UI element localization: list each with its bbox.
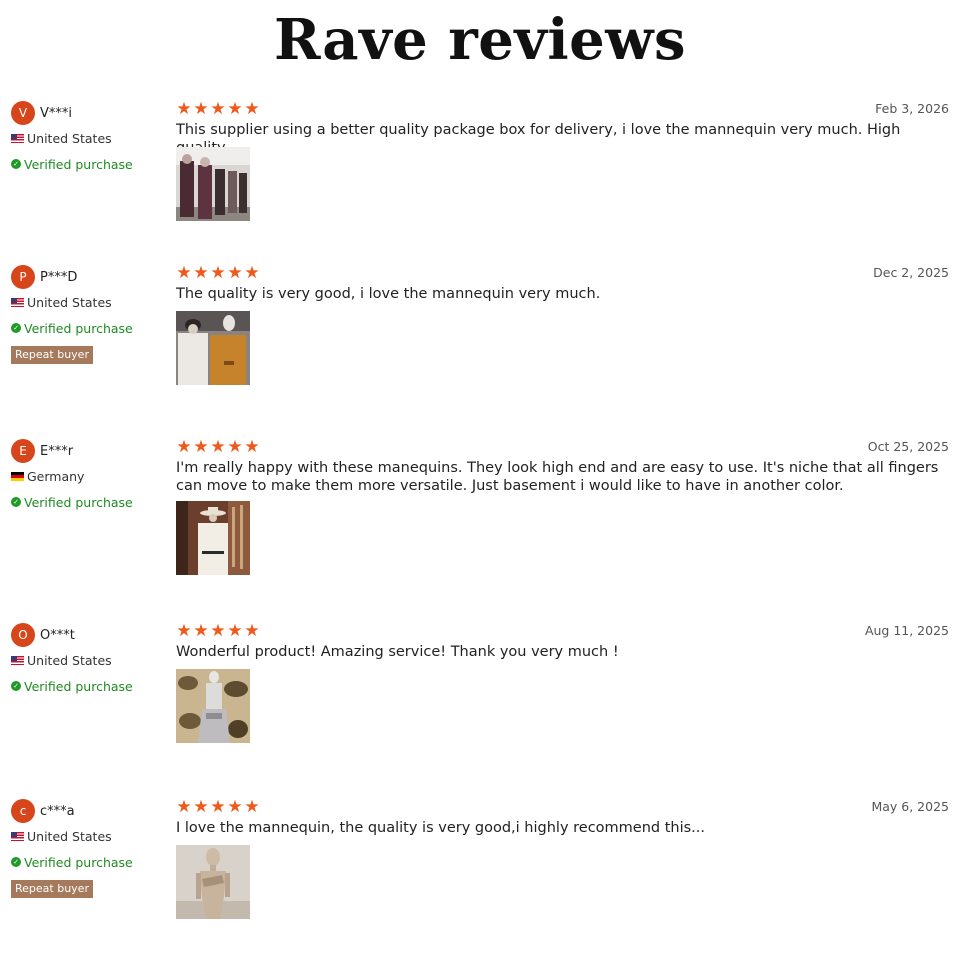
star-icon: ★ [210, 621, 226, 641]
reviewer-country: United States [27, 652, 112, 668]
verified-purchase-label: Verified purchase [24, 320, 133, 336]
page-title: Rave reviews [273, 7, 687, 73]
star-icon: ★ [227, 621, 243, 641]
reviewer-country: United States [27, 294, 112, 310]
reviewer-name: E***r [40, 443, 74, 459]
star-icon: ★ [193, 99, 209, 119]
reviewer-country: United States [27, 130, 112, 146]
reviewer-name: c***a [40, 803, 75, 819]
review-date: Dec 2, 2025 [873, 265, 949, 280]
repeat-buyer-badge: Repeat buyer [11, 880, 93, 898]
verified-check-icon: ✓ [11, 323, 21, 333]
avatar: P [11, 265, 35, 289]
avatar: O [11, 623, 35, 647]
reviewer-info: c c***a United States ✓ Verified purchas… [11, 799, 171, 898]
star-icon: ★ [244, 99, 260, 119]
star-icon: ★ [176, 99, 192, 119]
star-icon: ★ [193, 263, 209, 283]
star-icon: ★ [227, 99, 243, 119]
reviewer-country: United States [27, 828, 112, 844]
star-icon: ★ [193, 797, 209, 817]
avatar: E [11, 439, 35, 463]
review-text: I love the mannequin, the quality is ver… [176, 820, 706, 836]
reviewer-name: V***i [40, 105, 73, 121]
star-icon: ★ [210, 263, 226, 283]
us-flag-icon [11, 133, 24, 143]
star-icon: ★ [176, 437, 192, 457]
reviewer-info: P P***D United States ✓ Verified purchas… [11, 265, 171, 364]
star-icon: ★ [176, 797, 192, 817]
review-photo[interactable] [176, 311, 250, 385]
star-icon: ★ [244, 437, 260, 457]
avatar: V [11, 101, 35, 125]
star-icon: ★ [244, 263, 260, 283]
review-text: Wonderful product! Amazing service! Than… [176, 644, 619, 660]
star-icon: ★ [193, 437, 209, 457]
star-icon: ★ [210, 99, 226, 119]
review-date: Feb 3, 2026 [875, 101, 949, 116]
verified-check-icon: ✓ [11, 159, 21, 169]
us-flag-icon [11, 831, 24, 841]
reviewer-info: O O***t United States ✓ Verified purchas… [11, 623, 171, 694]
star-icon: ★ [227, 797, 243, 817]
verified-purchase-label: Verified purchase [24, 494, 133, 510]
star-icon: ★ [210, 437, 226, 457]
review-photo[interactable] [176, 669, 250, 743]
star-rating: ★ ★ ★ ★ ★ [176, 797, 260, 817]
star-rating: ★ ★ ★ ★ ★ [176, 263, 260, 283]
avatar: c [11, 799, 35, 823]
star-icon: ★ [176, 263, 192, 283]
review-date: Aug 11, 2025 [864, 623, 949, 638]
verified-check-icon: ✓ [11, 681, 21, 691]
review-text: The quality is very good, i love the man… [176, 286, 601, 302]
repeat-buyer-badge: Repeat buyer [11, 346, 93, 364]
verified-purchase-label: Verified purchase [24, 678, 133, 694]
review-text: I'm really happy with these manequins. T… [176, 460, 939, 494]
verified-check-icon: ✓ [11, 497, 21, 507]
star-rating: ★ ★ ★ ★ ★ [176, 99, 260, 119]
reviewer-name: O***t [40, 627, 75, 643]
reviewer-info: E E***r Germany ✓ Verified purchase [11, 439, 171, 510]
us-flag-icon [11, 297, 24, 307]
review-date: Oct 25, 2025 [867, 439, 949, 454]
star-icon: ★ [176, 621, 192, 641]
reviewer-info: V V***i United States ✓ Verified purchas… [11, 101, 171, 172]
verified-purchase-label: Verified purchase [24, 156, 133, 172]
reviewer-name: P***D [40, 269, 78, 285]
star-rating: ★ ★ ★ ★ ★ [176, 437, 260, 457]
star-icon: ★ [227, 263, 243, 283]
us-flag-icon [11, 655, 24, 665]
review-photo[interactable] [176, 501, 250, 575]
star-icon: ★ [227, 437, 243, 457]
star-icon: ★ [244, 621, 260, 641]
star-icon: ★ [210, 797, 226, 817]
star-rating: ★ ★ ★ ★ ★ [176, 621, 260, 641]
verified-purchase-label: Verified purchase [24, 854, 133, 870]
review-photo[interactable] [176, 845, 250, 919]
review-photo[interactable] [176, 147, 250, 221]
star-icon: ★ [193, 621, 209, 641]
reviewer-country: Germany [27, 468, 85, 484]
reviews-page: Rave reviews V V***i United States ✓ Ver… [0, 0, 960, 960]
review-date: May 6, 2025 [871, 799, 949, 814]
star-icon: ★ [244, 797, 260, 817]
review-text: This supplier using a better quality pac… [176, 122, 901, 156]
de-flag-icon [11, 471, 24, 481]
verified-check-icon: ✓ [11, 857, 21, 867]
